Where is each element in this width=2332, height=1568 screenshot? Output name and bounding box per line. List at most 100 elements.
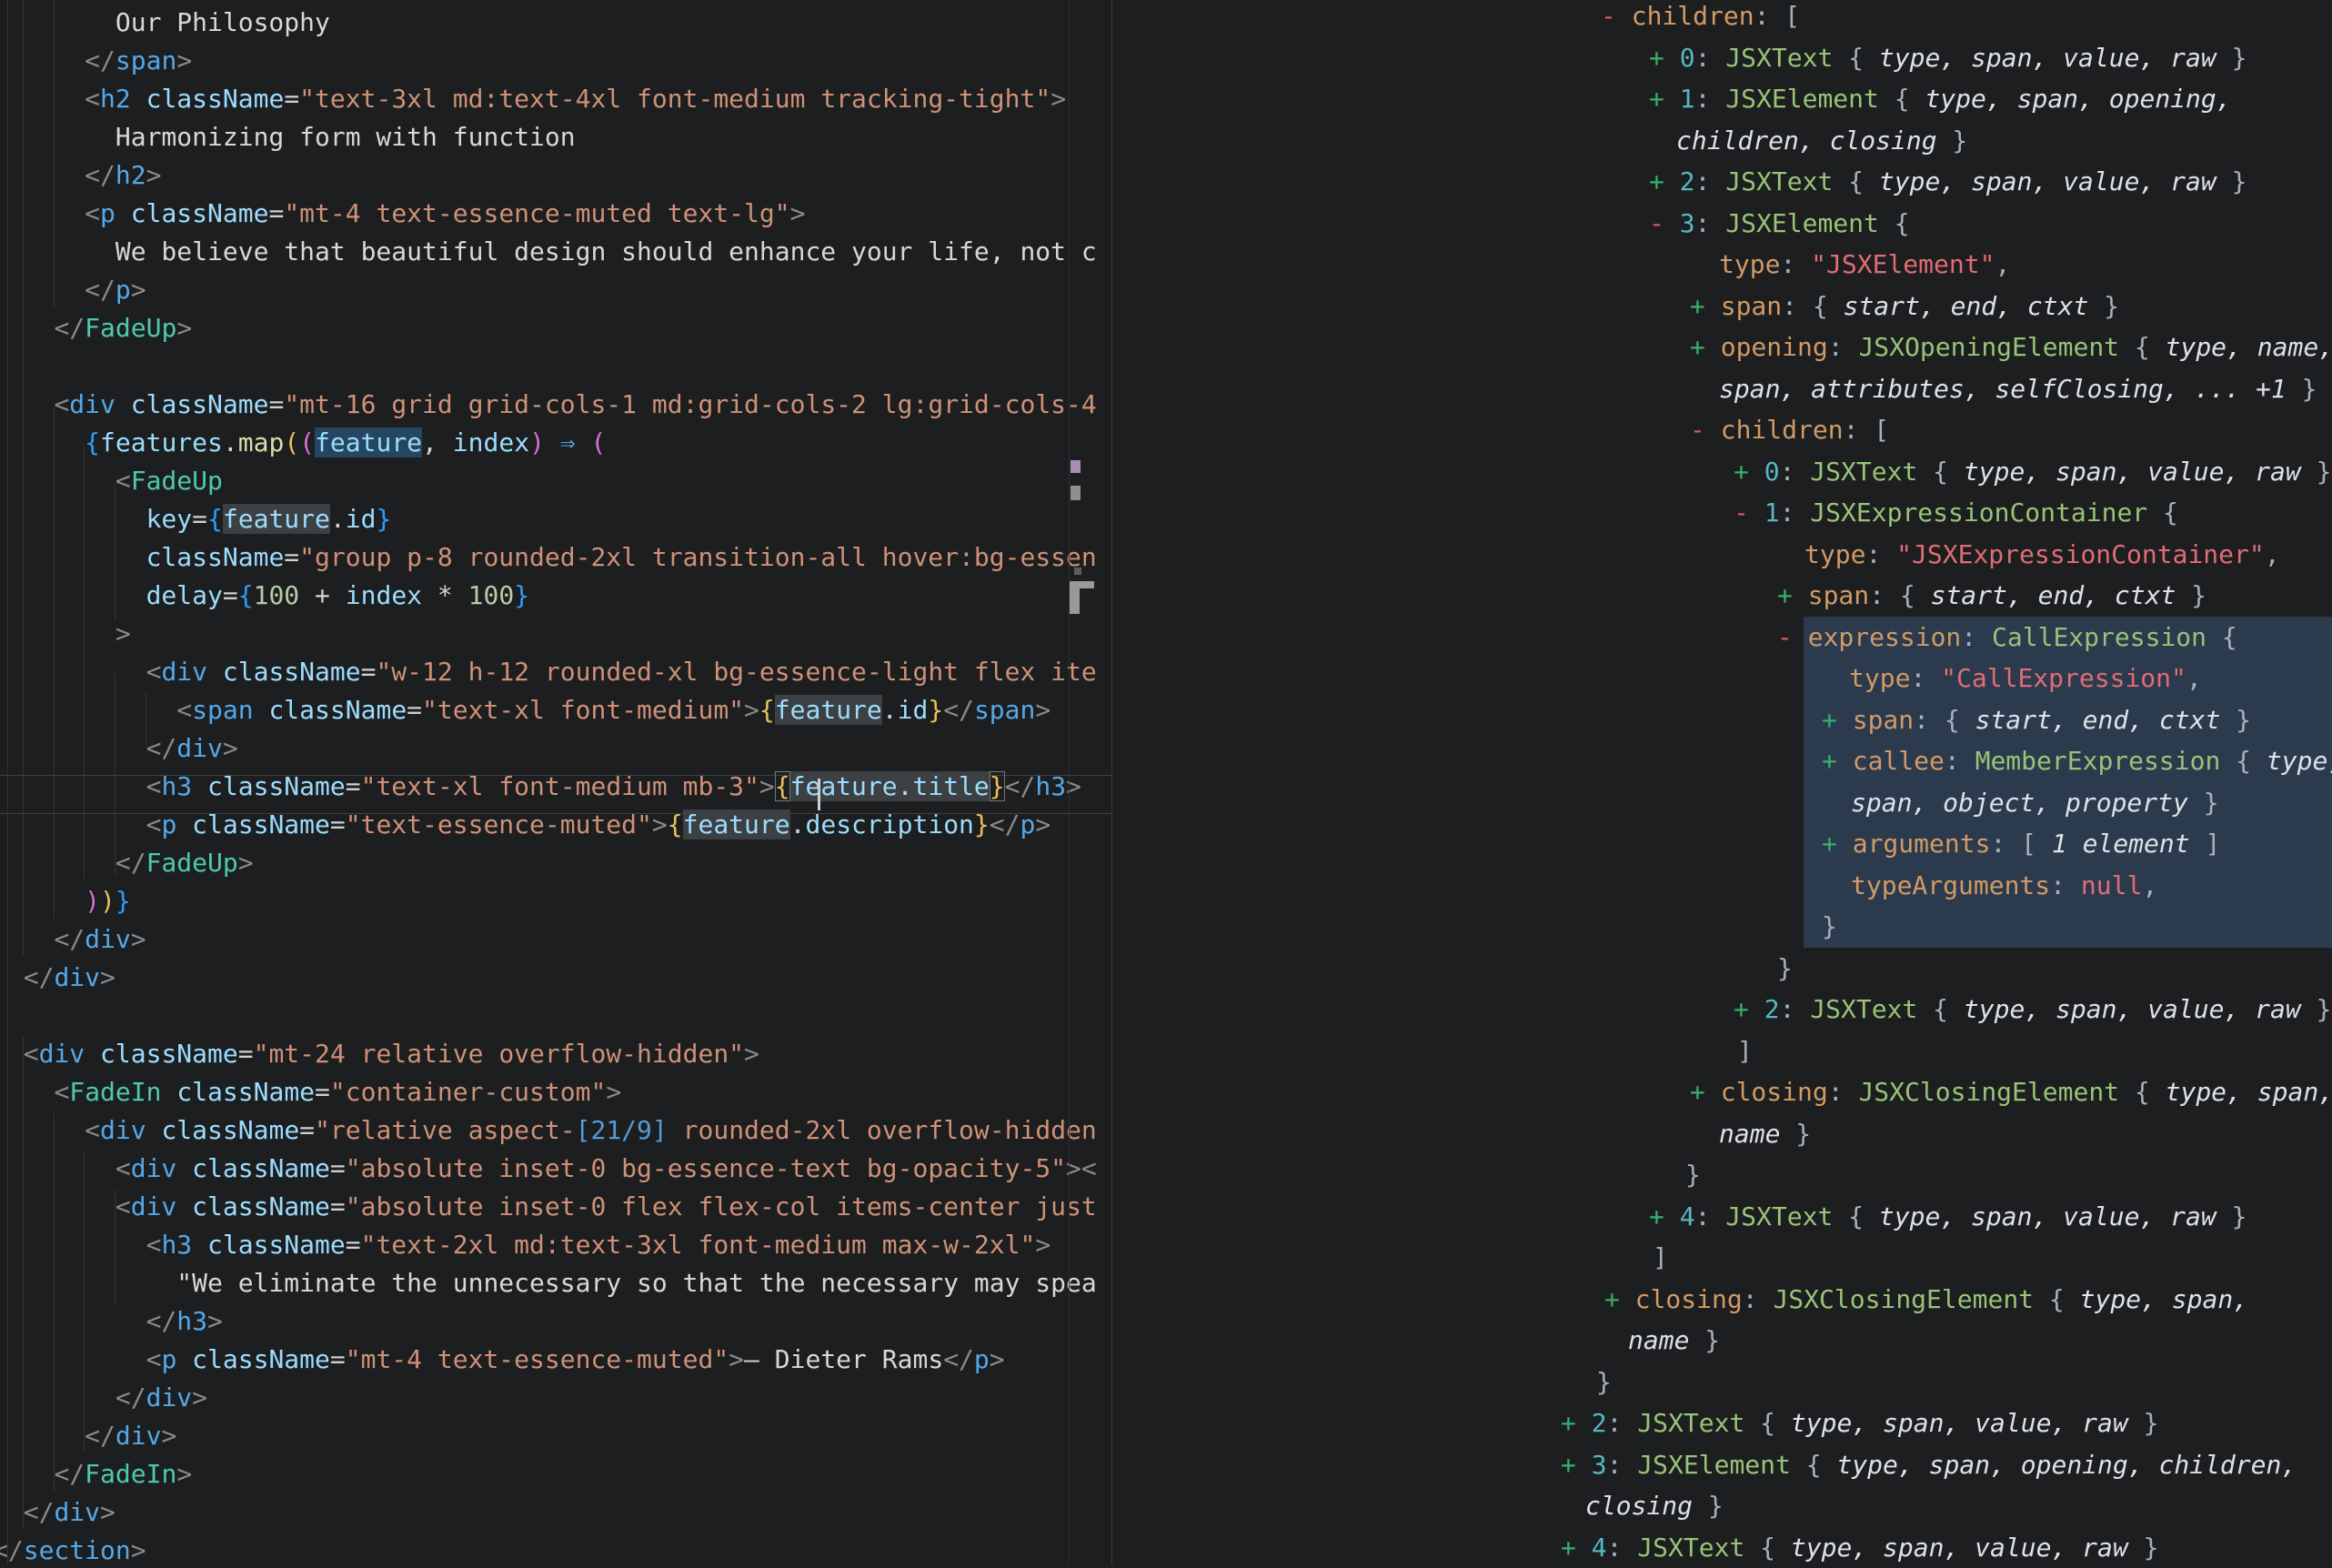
ast-line[interactable]: + closing: JSXClosingElement { type, spa… (1604, 1279, 2248, 1321)
expand-toggle[interactable]: + (1690, 332, 1721, 362)
expand-toggle[interactable]: + (1561, 1533, 1592, 1563)
ast-line[interactable]: + span: { start, end, ctxt } (1690, 286, 2119, 327)
ast-line[interactable]: + 3: JSXElement { type, span, opening, c… (1561, 1444, 2297, 1486)
code-token: span (1808, 580, 1869, 610)
ast-line[interactable]: + 2: JSXText { type, span, value, raw } (1734, 989, 2331, 1030)
code-token: start, end, ctxt (1975, 705, 2221, 735)
code-token: JSXText (1637, 1533, 1744, 1563)
ast-line[interactable]: children, closing } (1676, 120, 1967, 162)
expand-toggle[interactable]: + (1690, 291, 1721, 321)
ast-line[interactable]: + 0: JSXText { type, span, value, raw } (1649, 37, 2247, 79)
collapse-toggle[interactable]: - (1777, 622, 1808, 652)
ast-line[interactable]: ] (1737, 1030, 1753, 1072)
pane-splitter[interactable] (1111, 0, 1112, 1564)
ast-line[interactable]: name } (1628, 1320, 1720, 1362)
expand-toggle[interactable]: + (1822, 746, 1853, 776)
expand-toggle[interactable]: + (1734, 457, 1764, 487)
ruler-mark-corner-bar (1070, 581, 1094, 588)
code-token: expression (1808, 622, 1962, 652)
expand-toggle[interactable]: + (1690, 1077, 1721, 1107)
code-token: : (1607, 1533, 1638, 1563)
code-token: 2 (1592, 1408, 1607, 1438)
expand-toggle[interactable]: + (1561, 1450, 1592, 1480)
expand-toggle[interactable]: + (1561, 1408, 1592, 1438)
collapse-toggle[interactable]: - (1601, 1, 1632, 31)
code-token: } (2216, 166, 2247, 196)
ast-line[interactable]: - 3: JSXElement { (1649, 203, 1910, 245)
ast-line[interactable]: + 2: JSXText { type, span, value, raw } (1649, 161, 2247, 203)
code-token: JSXElement (1725, 208, 1879, 238)
expand-toggle[interactable]: + (1604, 1284, 1635, 1314)
code-token: : (1607, 1450, 1638, 1480)
expand-toggle[interactable]: + (1649, 1201, 1680, 1231)
collapse-toggle[interactable]: - (1734, 498, 1764, 528)
code-token: type, span, opening, children, (1836, 1450, 2297, 1480)
code-token: : (1910, 663, 1941, 693)
ast-line[interactable]: span, attributes, selfClosing, ... +1 } (1719, 368, 2317, 410)
code-token: } (2301, 994, 2332, 1024)
code-token: , (2142, 870, 2157, 900)
expand-toggle[interactable]: + (1822, 829, 1853, 859)
expand-toggle[interactable]: + (1777, 580, 1808, 610)
code-token: type, span, value, raw (1879, 43, 2216, 73)
ruler-mark-faint (1074, 568, 1081, 575)
code-token: , (2265, 539, 2280, 569)
expand-toggle[interactable]: + (1649, 166, 1680, 196)
code-token: type, span, value, raw (1964, 457, 2301, 487)
expand-toggle[interactable]: + (1649, 43, 1680, 73)
ast-line[interactable]: typeArguments: null, (1851, 865, 2157, 907)
ast-line[interactable]: } (1822, 906, 1837, 948)
ast-line[interactable]: - expression: CallExpression { (1777, 617, 2237, 658)
ast-line[interactable]: type: "CallExpression", (1849, 658, 2202, 699)
code-token: { (1813, 291, 1844, 321)
code-token: "CallExpression" (1941, 663, 2186, 693)
code-token: JSXText (1810, 457, 1917, 487)
code-token: : (1914, 705, 1945, 735)
ast-line[interactable]: type: "JSXElement", (1719, 244, 2010, 286)
code-token: } (1780, 1119, 1811, 1149)
code-token: : (1695, 43, 1726, 73)
code-token: name (1719, 1119, 1780, 1149)
ast-line[interactable]: type: "JSXExpressionContainer", (1804, 534, 2280, 576)
code-token: type (1719, 249, 1780, 279)
code-token: JSXClosingElement (1773, 1284, 2034, 1314)
ast-line[interactable]: + span: { start, end, ctxt } (1777, 575, 2206, 617)
code-token: { (2206, 622, 2237, 652)
ast-line[interactable]: } (1777, 948, 1793, 990)
ast-line[interactable]: - 1: JSXExpressionContainer { (1734, 492, 2178, 534)
code-token: } (2128, 1408, 2159, 1438)
ast-line[interactable]: span, object, property } (1851, 782, 2219, 824)
code-token: { (2147, 498, 2178, 528)
code-token: : (1990, 829, 2021, 859)
ast-line[interactable]: closing } (1585, 1485, 1724, 1527)
code-token: type, name, (2166, 332, 2332, 362)
ast-line[interactable]: + opening: JSXOpeningElement { type, nam… (1690, 327, 2332, 368)
ast-line[interactable]: + arguments: [ 1 element ] (1822, 823, 2220, 865)
code-token: : (1780, 994, 1811, 1024)
ast-line[interactable]: - children: [ (1690, 409, 1889, 451)
collapse-toggle[interactable]: - (1649, 208, 1680, 238)
ast-line[interactable]: ] (1653, 1237, 1668, 1279)
ast-line[interactable]: + 4: JSXText { type, span, value, raw } (1649, 1196, 2247, 1238)
ast-line[interactable]: + callee: MemberExpression { type, (1822, 740, 2332, 782)
code-token: : (2050, 870, 2081, 900)
ast-line[interactable]: + 4: JSXText { type, span, value, raw } (1561, 1527, 2158, 1568)
expand-toggle[interactable]: + (1822, 705, 1853, 735)
collapse-toggle[interactable]: - (1690, 415, 1721, 445)
code-token: MemberExpression (1975, 746, 2221, 776)
ast-line[interactable]: + span: { start, end, ctxt } (1822, 699, 2251, 741)
ast-tree-pane[interactable]: - children: [+ 0: JSXText { type, span, … (0, 0, 2332, 1564)
ast-line[interactable]: } (1596, 1362, 1612, 1403)
code-token: 1 (1764, 498, 1780, 528)
ast-line[interactable]: } (1685, 1154, 1701, 1196)
ast-line[interactable]: + 0: JSXText { type, span, value, raw } (1734, 451, 2331, 493)
ast-line[interactable]: + 2: JSXText { type, span, value, raw } (1561, 1402, 2158, 1444)
ast-line[interactable]: - children: [ (1601, 0, 1800, 37)
expand-toggle[interactable]: + (1734, 994, 1764, 1024)
ast-line[interactable]: + closing: JSXClosingElement { type, spa… (1690, 1071, 2332, 1113)
code-token: type, span, value, raw (1964, 994, 2301, 1024)
expand-toggle[interactable]: + (1649, 84, 1680, 114)
code-token: : (1780, 498, 1811, 528)
ast-line[interactable]: name } (1719, 1113, 1811, 1155)
ast-line[interactable]: + 1: JSXElement { type, span, opening, (1649, 78, 2232, 120)
